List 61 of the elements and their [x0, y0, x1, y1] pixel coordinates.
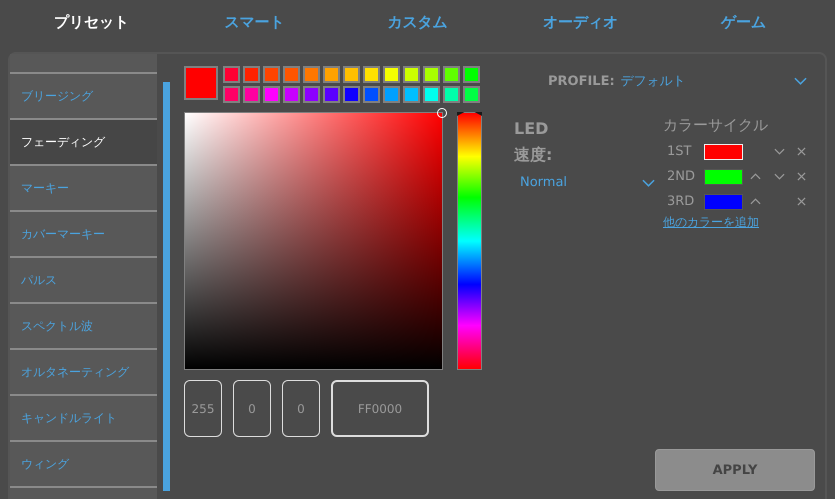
rgb-value-field[interactable]: 0	[282, 380, 320, 437]
close-icon[interactable]	[797, 172, 806, 181]
color-swatch[interactable]	[363, 86, 380, 103]
color-swatch[interactable]	[443, 66, 460, 83]
color-swatch[interactable]	[403, 86, 420, 103]
scrollbar[interactable]	[163, 82, 170, 491]
color-swatch[interactable]	[263, 86, 280, 103]
color-swatch[interactable]	[343, 66, 360, 83]
color-swatch[interactable]	[403, 66, 420, 83]
chevron-up-icon[interactable]	[750, 198, 760, 205]
close-icon[interactable]	[797, 147, 806, 156]
color-swatch[interactable]	[323, 66, 340, 83]
color-swatch[interactable]	[423, 86, 440, 103]
color-swatch[interactable]	[223, 66, 240, 83]
cycle-label: 2ND	[666, 169, 696, 184]
hue-slider[interactable]	[457, 112, 482, 370]
profile-dropdown[interactable]: デフォルト	[620, 72, 788, 90]
profile-label: PROFILE:	[548, 74, 615, 88]
apply-button[interactable]: APPLY	[655, 449, 815, 491]
color-swatch[interactable]	[383, 66, 400, 83]
color-swatch[interactable]	[223, 86, 240, 103]
tab[interactable]: カスタム	[336, 12, 499, 33]
cycle-label: 3RD	[666, 194, 696, 209]
led-title: LED	[514, 118, 550, 140]
color-swatch[interactable]	[263, 66, 280, 83]
speed-dropdown[interactable]: Normal	[514, 174, 642, 191]
chevron-down-icon[interactable]	[774, 148, 784, 155]
chevron-down-icon[interactable]	[642, 178, 655, 186]
chevron-up-icon[interactable]	[750, 173, 760, 180]
cycle-color-swatch[interactable]	[704, 168, 743, 184]
color-swatch[interactable]	[323, 86, 340, 103]
color-swatch[interactable]	[303, 66, 320, 83]
color-swatch[interactable]	[343, 86, 360, 103]
color-swatch[interactable]	[283, 86, 300, 103]
color-swatch[interactable]	[383, 86, 400, 103]
add-color-link[interactable]: 他のカラーを追加	[663, 214, 806, 231]
effect-item[interactable]: フェーディング	[10, 120, 157, 166]
color-swatch[interactable]	[363, 66, 380, 83]
color-swatch[interactable]	[463, 66, 480, 83]
close-icon[interactable]	[797, 197, 806, 206]
hex-field[interactable]: FF0000	[331, 380, 429, 437]
color-swatch[interactable]	[303, 86, 320, 103]
color-cycle-title: カラーサイクル	[663, 116, 769, 135]
rgb-value-field[interactable]: 0	[233, 380, 271, 437]
color-swatch[interactable]	[283, 66, 300, 83]
tab[interactable]: スマート	[173, 12, 336, 33]
tab[interactable]: ゲーム	[662, 12, 825, 33]
color-swatch[interactable]	[443, 86, 460, 103]
cycle-color-swatch[interactable]	[704, 194, 743, 210]
color-swatch[interactable]	[463, 86, 480, 103]
speed-label: 速度:	[514, 144, 554, 166]
chevron-down-icon[interactable]	[774, 173, 784, 180]
color-swatch[interactable]	[243, 66, 260, 83]
hue-slider-thumb[interactable]	[457, 112, 482, 116]
tab[interactable]: プリセット	[10, 12, 173, 33]
tab[interactable]: オーディオ	[499, 12, 662, 33]
rgb-value-field[interactable]: 255	[184, 380, 222, 437]
chevron-down-icon[interactable]	[794, 77, 807, 85]
cycle-label: 1ST	[666, 144, 692, 159]
color-swatch[interactable]	[243, 86, 260, 103]
color-swatch[interactable]	[423, 66, 440, 83]
